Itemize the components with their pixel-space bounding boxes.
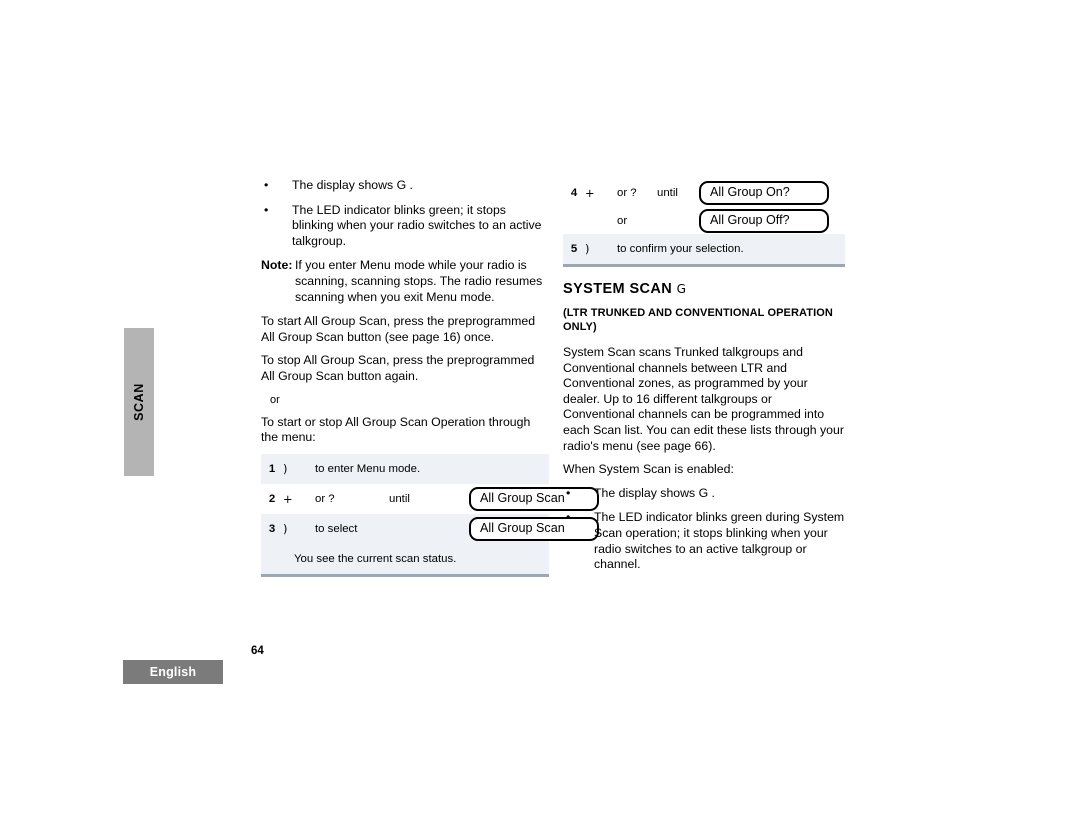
note-block: Note: If you enter Menu mode while your …: [261, 258, 549, 305]
step-number: 1: [261, 453, 283, 484]
list-item-text: The LED indicator blinks green during Sy…: [594, 510, 845, 572]
step-description: or: [611, 208, 657, 234]
step-description: to select: [309, 513, 469, 544]
table-row: or All Group Off?: [563, 208, 845, 234]
step-key-icon: ): [283, 453, 309, 484]
step-description: to enter Menu mode.: [309, 453, 549, 484]
procedure-steps-table-right: 4 + or ? until All Group On? or All Grou…: [563, 178, 845, 267]
step-connector: [657, 208, 699, 234]
page-title-text: SYSTEM SCAN: [563, 281, 673, 297]
list-item-text: The display shows G .: [594, 485, 715, 500]
step-connector: until: [389, 483, 469, 514]
step-number: 4: [563, 178, 585, 208]
step-number: 3: [261, 513, 283, 544]
step-description: or ?: [611, 178, 657, 208]
table-row: 5 ) to confirm your selection.: [563, 234, 845, 266]
table-row: 1 ) to enter Menu mode.: [261, 453, 549, 484]
procedure-steps-table-left: 1 ) to enter Menu mode. 2 + or ? until A…: [261, 453, 599, 577]
step-description: to confirm your selection.: [611, 234, 845, 266]
list-item-text: The LED indicator blinks green; it stops…: [292, 202, 542, 248]
step-key-icon: ): [585, 234, 611, 266]
language-tab: English: [123, 660, 223, 684]
table-row: 4 + or ? until All Group On?: [563, 178, 845, 208]
chapter-side-tab: SCAN: [124, 328, 154, 476]
page-title: SYSTEM SCAN G: [563, 281, 845, 298]
step-number: [563, 208, 585, 234]
language-tab-label: English: [149, 665, 197, 679]
lcd-display-cell: All Group On?: [699, 178, 845, 208]
bullet-marker-icon: •: [264, 178, 269, 192]
table-row: 3 ) to select All Group Scan: [261, 513, 599, 544]
lcd-display-all-group-off: All Group Off?: [699, 209, 829, 233]
list-item: • The display shows G .: [261, 178, 549, 194]
paragraph-start-scan: To start All Group Scan, press the prepr…: [261, 314, 536, 344]
step-status-note: You see the current scan status.: [261, 543, 549, 576]
list-item: • The LED indicator blinks green; it sto…: [261, 203, 549, 250]
step-key-icon: +: [283, 483, 309, 514]
alternative-or-label: or: [270, 393, 280, 406]
right-column: 4 + or ? until All Group On? or All Grou…: [563, 178, 845, 582]
lcd-display-all-group-on: All Group On?: [699, 181, 829, 205]
step-key-icon: +: [585, 178, 611, 208]
list-item-text: The display shows G .: [292, 178, 413, 192]
scan-symbol-icon: G: [676, 282, 686, 296]
bullet-marker-icon: •: [264, 202, 269, 217]
paragraph-stop-scan: To stop All Group Scan, press the prepro…: [261, 353, 535, 383]
page-subtitle: (LTR TRUNKED AND CONVENTIONAL OPERATION …: [563, 307, 833, 333]
bullet-marker-icon: •: [566, 485, 571, 500]
step-number: 2: [261, 483, 283, 514]
step-number: 5: [563, 234, 585, 266]
list-item: • The LED indicator blinks green during …: [563, 510, 845, 572]
paragraph-enabled-intro: When System Scan is enabled:: [563, 462, 734, 477]
lcd-display-cell: All Group Scan: [469, 483, 599, 514]
paragraph-system-scan-description: System Scan scans Trunked talkgroups and…: [563, 345, 844, 453]
left-column: • The display shows G . • The LED indica…: [261, 178, 599, 577]
page-number: 64: [251, 645, 264, 657]
step-description: or ?: [309, 483, 389, 514]
step-key-icon: ): [283, 513, 309, 544]
lcd-display-cell: All Group Off?: [699, 208, 845, 234]
bullet-marker-icon: •: [566, 510, 571, 525]
table-row: 2 + or ? until All Group Scan: [261, 483, 599, 514]
note-label: Note:: [261, 258, 293, 273]
step-key-icon: [585, 208, 611, 234]
table-row-status: You see the current scan status.: [261, 543, 549, 576]
note-text: If you enter Menu mode while your radio …: [295, 258, 543, 304]
step-connector: until: [657, 178, 699, 208]
paragraph-menu-intro: To start or stop All Group Scan Operatio…: [261, 414, 531, 445]
lcd-display-cell: All Group Scan: [469, 513, 599, 544]
chapter-side-tab-label: SCAN: [132, 383, 146, 421]
list-item: • The display shows G .: [563, 486, 845, 502]
